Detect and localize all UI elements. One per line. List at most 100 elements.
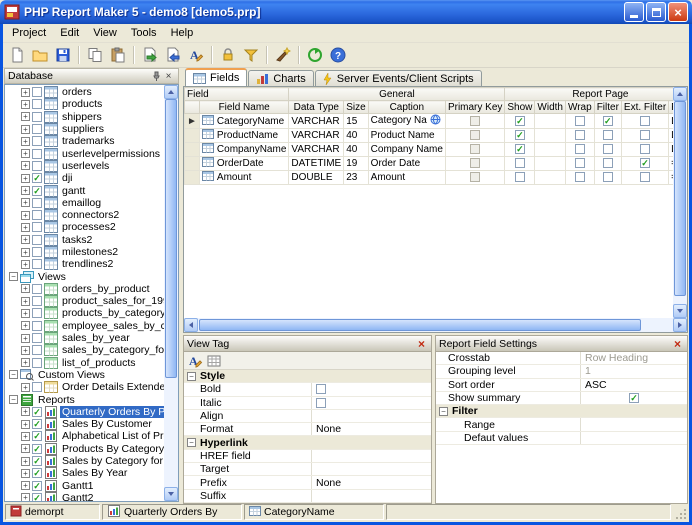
show-checkbox-cell[interactable]: ✓ — [504, 142, 536, 157]
checkbox[interactable]: ✓ — [32, 419, 42, 430]
checkbox[interactable] — [640, 144, 651, 155]
expander-icon[interactable]: + — [21, 173, 30, 183]
checkbox[interactable] — [32, 148, 42, 159]
caption-cell[interactable]: Amount — [367, 170, 446, 185]
property-value[interactable] — [312, 410, 431, 422]
scroll-down-button[interactable] — [673, 304, 687, 318]
property-defaut-values[interactable]: Defaut values — [436, 431, 687, 446]
checkbox[interactable] — [32, 197, 42, 208]
expander-icon[interactable]: + — [21, 259, 30, 269]
checkbox[interactable] — [32, 345, 42, 356]
tree-item-orders-by-product[interactable]: + orders_by_product — [5, 282, 164, 295]
property-prefix[interactable]: Prefix None — [184, 476, 431, 490]
primary-key-checkbox-cell[interactable] — [444, 142, 506, 157]
fonts-button[interactable]: A — [185, 44, 207, 66]
tree-item-dji[interactable]: + ✓ dji — [5, 172, 164, 185]
scroll-right-button[interactable] — [673, 318, 687, 332]
property-value[interactable]: None — [312, 476, 431, 489]
checkbox[interactable] — [32, 160, 42, 171]
expander-icon[interactable]: + — [21, 468, 30, 478]
expander-icon[interactable]: + — [21, 345, 30, 355]
tab-fields[interactable]: Fields — [185, 68, 248, 86]
ext-filter-checkbox-cell[interactable] — [620, 142, 670, 157]
expander-icon[interactable]: + — [21, 296, 30, 306]
checkbox[interactable]: ✓ — [602, 115, 613, 126]
tree-item-sales-by-category-for[interactable]: + sales_by_category_for — [5, 344, 164, 357]
checkbox[interactable] — [32, 283, 42, 294]
checkbox[interactable] — [32, 87, 42, 98]
checkbox[interactable] — [640, 115, 651, 126]
tree-item-sales-by-year[interactable]: + ✓ Sales By Year — [5, 467, 164, 480]
filter-checkbox-cell[interactable] — [593, 170, 622, 185]
tree-item-employee-sales-by-co[interactable]: + employee_sales_by_co — [5, 319, 164, 332]
grid-column-header-filter[interactable]: Filter — [593, 100, 622, 114]
checkbox[interactable] — [470, 158, 481, 169]
tree-item-sales-by-customer[interactable]: + ✓ Sales By Customer — [5, 418, 164, 431]
grid-row-productname[interactable]: ProductNameVARCHAR40Product Name✓LIKE — [184, 128, 673, 143]
checkbox[interactable] — [32, 259, 42, 270]
grid-column-header-width[interactable]: Width — [534, 100, 566, 114]
expander-icon[interactable]: + — [21, 210, 30, 220]
close-icon[interactable]: × — [162, 70, 175, 83]
checkbox[interactable] — [574, 130, 585, 141]
checkbox[interactable] — [32, 382, 42, 393]
property-sort-order[interactable]: Sort order ASC — [436, 378, 687, 392]
scroll-left-button[interactable] — [184, 318, 198, 332]
data-type-cell[interactable]: VARCHAR — [288, 113, 345, 129]
checkbox[interactable] — [32, 247, 42, 257]
property-value[interactable] — [312, 490, 431, 502]
wrap-checkbox-cell[interactable] — [564, 170, 595, 185]
primary-key-checkbox-cell[interactable] — [444, 113, 506, 129]
caption-cell[interactable]: Category Na — [367, 113, 446, 129]
expander-icon[interactable]: + — [21, 112, 30, 122]
checkbox[interactable]: ✓ — [32, 431, 42, 442]
expander-icon[interactable]: + — [21, 284, 30, 294]
filter-checkbox-cell[interactable] — [593, 128, 622, 143]
expander-icon[interactable]: − — [9, 272, 18, 282]
tree-item-sales-by-year[interactable]: + sales_by_year — [5, 332, 164, 345]
grid-horizontal-scrollbar[interactable] — [184, 318, 687, 332]
expander-icon[interactable]: + — [21, 431, 30, 441]
ext-filter-checkbox-cell[interactable] — [620, 128, 670, 143]
title-bar[interactable]: PHP Report Maker 5 - demo8 [demo5.prp] × — [0, 0, 692, 24]
scroll-down-button[interactable] — [164, 487, 178, 501]
checkbox[interactable] — [470, 172, 481, 183]
expander-icon[interactable]: + — [21, 87, 30, 97]
checkbox[interactable] — [574, 172, 585, 183]
checkbox[interactable]: ✓ — [32, 492, 42, 501]
checkbox[interactable] — [470, 144, 481, 155]
ext-filter-checkbox-cell[interactable] — [620, 113, 670, 129]
checkbox[interactable] — [32, 234, 42, 245]
tree-item-userlevels[interactable]: + userlevels — [5, 159, 164, 172]
tree-item-products[interactable]: + products — [5, 98, 164, 111]
expander-icon[interactable]: + — [21, 444, 30, 454]
property-value[interactable] — [312, 450, 431, 462]
tree-item-products-by-category[interactable]: + ✓ Products By Category — [5, 442, 164, 455]
scroll-track[interactable] — [198, 318, 673, 332]
checkbox[interactable] — [470, 130, 481, 141]
checkbox[interactable] — [574, 158, 585, 169]
expander-icon[interactable]: + — [21, 456, 30, 466]
collapse-icon[interactable]: − — [439, 406, 448, 416]
checkbox[interactable] — [32, 210, 42, 221]
tree-item-gantt1[interactable]: + ✓ Gantt1 — [5, 479, 164, 492]
expander-icon[interactable]: + — [21, 186, 30, 196]
expander-icon[interactable]: + — [21, 333, 30, 343]
caption-cell[interactable]: Order Date — [367, 156, 446, 171]
checkbox[interactable] — [32, 124, 42, 135]
checkbox[interactable] — [32, 99, 42, 110]
width-cell[interactable] — [534, 113, 566, 129]
expander-icon[interactable]: + — [21, 481, 30, 491]
resize-grip[interactable] — [673, 504, 687, 520]
checkbox[interactable] — [640, 172, 651, 183]
row-selector[interactable]: ► — [184, 113, 200, 129]
checkbox[interactable]: ✓ — [514, 144, 525, 155]
grid-column-header-caption[interactable]: Caption — [367, 100, 446, 114]
property-value[interactable]: Row Heading — [581, 352, 687, 364]
property-grouping-level[interactable]: Grouping level 1 — [436, 365, 687, 379]
property-href-field[interactable]: HREF field — [184, 449, 431, 464]
tree-item-trademarks[interactable]: + trademarks — [5, 135, 164, 148]
tree-item-milestones2[interactable]: + milestones2 — [5, 246, 164, 258]
tree-item-sales-by-category-for-1[interactable]: + ✓ Sales by Category for 1 — [5, 455, 164, 468]
expander-icon[interactable]: + — [21, 419, 30, 429]
